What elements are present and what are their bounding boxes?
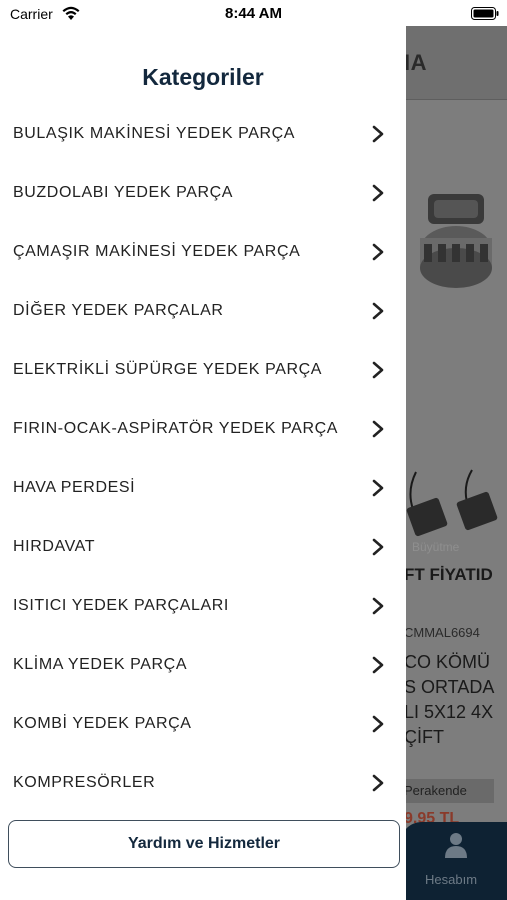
category-item[interactable]: ÇAMAŞIR MAKİNESİ YEDEK PARÇA xyxy=(0,222,406,281)
status-bar: Carrier 8:44 AM xyxy=(0,0,507,26)
background-watermark: Büyütme xyxy=(412,540,460,554)
background-price-title: FT FİYATID xyxy=(404,565,493,584)
category-drawer: Kategoriler BULAŞIK MAKİNESİ YEDEK PARÇA… xyxy=(0,26,406,900)
chevron-right-icon xyxy=(372,715,384,733)
drawer-title: Kategoriler xyxy=(142,64,264,90)
category-item[interactable]: DİĞER YEDEK PARÇALAR xyxy=(0,281,406,340)
category-item[interactable]: HIRDAVAT xyxy=(0,517,406,576)
account-icon[interactable] xyxy=(445,832,467,858)
chevron-right-icon xyxy=(372,302,384,320)
category-label: ELEKTRİKLİ SÜPÜRGE YEDEK PARÇA xyxy=(13,360,323,378)
category-label: KOMBİ YEDEK PARÇA xyxy=(13,714,192,732)
category-label: FIRIN-OCAK-ASPİRATÖR YEDEK PARÇA xyxy=(13,419,339,437)
battery-icon xyxy=(471,7,499,20)
category-label: BULAŞIK MAKİNESİ YEDEK PARÇA xyxy=(13,124,296,142)
chevron-right-icon xyxy=(372,243,384,261)
chevron-right-icon xyxy=(372,538,384,556)
category-item[interactable]: FIRIN-OCAK-ASPİRATÖR YEDEK PARÇA xyxy=(0,399,406,458)
chevron-right-icon xyxy=(372,656,384,674)
category-label: ÇAMAŞIR MAKİNESİ YEDEK PARÇA xyxy=(13,242,301,260)
chevron-right-icon xyxy=(372,597,384,615)
chevron-right-icon xyxy=(372,420,384,438)
category-label: ISITICI YEDEK PARÇALARI xyxy=(13,596,229,614)
chevron-right-icon xyxy=(372,479,384,497)
category-item[interactable]: KLİMA YEDEK PARÇA xyxy=(0,635,406,694)
chevron-right-icon xyxy=(372,184,384,202)
background-header-text: IA xyxy=(404,50,427,75)
category-label: KOMPRESÖRLER xyxy=(13,773,156,791)
category-label: HIRDAVAT xyxy=(13,537,96,555)
account-tab-label[interactable]: Hesabım xyxy=(425,872,477,887)
category-label: DİĞER YEDEK PARÇALAR xyxy=(13,301,224,319)
category-label: KLİMA YEDEK PARÇA xyxy=(13,655,188,673)
category-item[interactable]: HAVA PERDESİ xyxy=(0,458,406,517)
category-item[interactable]: BUZDOLABI YEDEK PARÇA xyxy=(0,163,406,222)
category-label: HAVA PERDESİ xyxy=(13,478,136,496)
help-services-button[interactable]: Yardım ve Hizmetler xyxy=(8,820,400,868)
category-label: BUZDOLABI YEDEK PARÇA xyxy=(13,183,234,201)
background-retail-badge: Perakende xyxy=(398,779,494,803)
category-item[interactable]: KOMBİ YEDEK PARÇA xyxy=(0,694,406,753)
category-item[interactable]: KOMPRESÖRLER xyxy=(0,753,406,812)
background-product-code: CMMAL6694 xyxy=(404,625,480,640)
product-image-motor xyxy=(420,194,492,288)
chevron-right-icon xyxy=(372,361,384,379)
category-item[interactable]: ISITICI YEDEK PARÇALARI xyxy=(0,576,406,635)
category-item[interactable]: ELEKTRİKLİ SÜPÜRGE YEDEK PARÇA xyxy=(0,340,406,399)
category-list[interactable]: BULAŞIK MAKİNESİ YEDEK PARÇA BUZDOLABI YE… xyxy=(0,104,406,844)
background-product-name: CO KÖMÜ S ORTADA LI 5X12 4X ÇİFT xyxy=(404,652,495,747)
status-time: 8:44 AM xyxy=(225,5,282,22)
product-image-brushes xyxy=(406,469,498,537)
category-item[interactable]: BULAŞIK MAKİNESİ YEDEK PARÇA xyxy=(0,104,406,163)
chevron-right-icon xyxy=(372,774,384,792)
chevron-right-icon xyxy=(372,125,384,143)
